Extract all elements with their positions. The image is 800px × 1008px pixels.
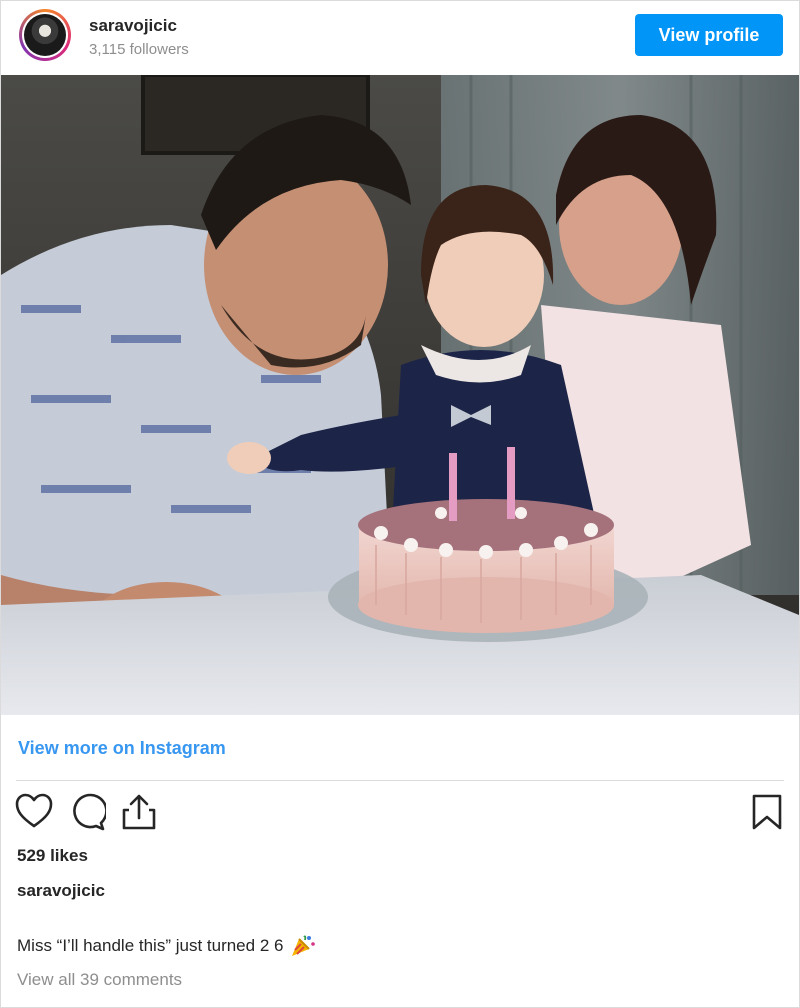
divider [16,780,784,781]
caption-username[interactable]: saravojicic [17,881,105,901]
post-header: saravojicic 3,115 followers View profile [1,1,799,75]
view-all-comments-link[interactable]: View all 39 comments [17,970,182,990]
share-icon[interactable] [121,793,157,831]
post-caption: Miss “I’ll handle this” just turned 2 6 [17,934,316,958]
avatar[interactable] [19,9,71,61]
profile-username[interactable]: saravojicic [89,16,177,36]
heart-icon[interactable] [15,793,53,829]
birthday-photo-illustration [1,75,799,715]
caption-text: Miss “I’ll handle this” just turned 2 6 [17,936,284,955]
view-profile-button[interactable]: View profile [635,14,783,56]
avatar-image [24,14,66,56]
bookmark-icon[interactable] [751,793,783,831]
comment-icon[interactable] [68,793,106,831]
post-photo[interactable] [1,75,799,715]
view-more-on-instagram-link[interactable]: View more on Instagram [18,738,226,759]
like-count[interactable]: 529 likes [17,846,88,866]
follower-count: 3,115 followers [89,41,189,58]
instagram-embed-card: saravojicic 3,115 followers View profile [0,0,800,1008]
party-popper-icon [292,935,316,956]
